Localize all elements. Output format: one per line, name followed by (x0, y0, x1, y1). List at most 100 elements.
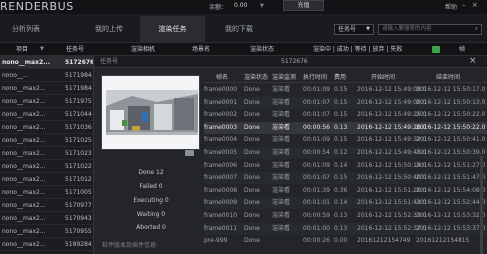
frame-row[interactable]: pre-999 Done 00:00:26 0.00 20161212154749 201… (204, 235, 487, 247)
task-row[interactable]: nono__max2... 5172676 (0, 56, 95, 69)
frame-duration: 00:01:01 (303, 199, 330, 207)
frame-monitor-link[interactable]: 渲染看 (272, 134, 290, 146)
frame-status: Done (244, 86, 260, 93)
frame-status: Done (244, 237, 260, 245)
tab-my-uploads[interactable]: 我的上传 (82, 16, 136, 43)
frame-cost: 0.14 (334, 161, 348, 169)
task-row[interactable]: nono__max2... 5189284 (0, 238, 93, 251)
help-link[interactable]: 帮助 (445, 2, 457, 11)
frame-monitor-link[interactable]: 渲染看 (272, 185, 290, 197)
frame-col-end[interactable]: 结束时间 (436, 72, 460, 83)
frame-row[interactable]: frame0007 Done 渲染看 00:01:07 0.15 2016-12-12 1… (204, 172, 487, 185)
tab-analysis-list[interactable]: 分析列表 (0, 16, 52, 43)
frame-name: frame0003 (204, 123, 238, 131)
frame-duration: 00:01:39 (303, 186, 330, 194)
frame-table: 帧名 渲染状态 渲染监测 执行时间 费用 开始时间 结束时间 frame0000… (204, 72, 487, 254)
col-progress-counts[interactable]: 渲染中 | 成功 | 等待 | 放弃 | 失败 (313, 43, 402, 56)
frame-monitor-link[interactable]: 渲染看 (272, 122, 290, 134)
frame-monitor-link[interactable]: 渲染看 (272, 197, 290, 209)
frame-duration: 00:00:56 (303, 123, 330, 131)
task-row-id: 5170955 (65, 228, 92, 235)
task-row-id: 5170977 (65, 202, 92, 209)
col-render-camera[interactable]: 渲染相机 (131, 43, 155, 56)
task-row-id: 5171022 (65, 163, 92, 170)
col-project[interactable]: 项目 (16, 43, 28, 56)
frame-row[interactable]: frame0009 Done 渲染看 00:01:01 0.14 2016-12-12 1… (204, 197, 487, 210)
task-row[interactable]: nono__max2... 5171025 (0, 134, 93, 147)
frame-monitor-link[interactable]: 渲染看 (272, 147, 290, 159)
task-row-project: nono__max2... (2, 124, 46, 131)
frame-monitor-link[interactable]: 渲染看 (272, 84, 290, 96)
frame-row[interactable]: frame0001 Done 渲染看 00:01:07 0.15 2016-12-12 1… (204, 96, 487, 109)
frame-duration: 00:01:09 (303, 136, 330, 144)
col-frames[interactable]: 帧 (459, 43, 465, 56)
task-row[interactable]: nono__max2... 5171044 (0, 108, 93, 121)
frame-name: frame0004 (204, 136, 238, 144)
frame-name: pre-999 (204, 237, 228, 245)
task-row[interactable]: nono__max2... 5171022 (0, 160, 93, 173)
render-preview-image[interactable] (101, 75, 200, 150)
frame-cost: 0.13 (334, 123, 348, 131)
task-row[interactable]: nono__max2... 5171975 (0, 95, 93, 108)
frame-row[interactable]: frame0005 Done 渲染看 00:00:54 0.12 2016-12-12 1… (204, 147, 487, 159)
frame-cost: 0.15 (334, 98, 348, 106)
task-row[interactable]: nono__max2... 5170943 (0, 212, 93, 225)
stat-done: Done 12 (138, 169, 164, 176)
task-row-id: 5172676 (65, 59, 95, 66)
frame-monitor-link[interactable]: 渲染看 (272, 160, 290, 172)
frame-monitor-link[interactable]: 渲染看 (272, 210, 290, 222)
task-row[interactable]: nono__max2... 5171023 (0, 147, 93, 160)
sort-icon[interactable]: ▼ (40, 43, 44, 56)
folder-icon[interactable] (185, 150, 194, 156)
task-row[interactable]: nono__max2... 5171036 (0, 121, 93, 134)
frame-col-duration[interactable]: 执行时间 (303, 72, 327, 83)
frame-col-monitor[interactable]: 渲染监测 (272, 72, 296, 83)
detail-header: 任务号 5172676 × (94, 56, 487, 68)
task-row-id: 5171025 (65, 137, 92, 144)
col-scene-name[interactable]: 场景名 (192, 43, 210, 56)
task-row-project: nono__max2... (2, 59, 50, 66)
task-row[interactable]: nono__max2... 5171984 (0, 82, 93, 95)
task-row[interactable]: nono__max2... 5171012 (0, 173, 93, 186)
search-icon[interactable]: ⌕ (475, 25, 478, 34)
frame-col-status[interactable]: 渲染状态 (244, 72, 268, 83)
frame-name: frame0002 (204, 111, 238, 119)
frame-col-cost[interactable]: 费用 (334, 72, 346, 83)
frame-row[interactable]: frame0008 Done 渲染看 00:01:39 0.36 2016-12-12 1… (204, 185, 487, 197)
search-field-select[interactable]: 任务号 ▼ (334, 24, 374, 35)
tab-render-tasks[interactable]: 渲染任务 (140, 16, 205, 43)
search-field-value: 任务号 (338, 26, 357, 33)
recharge-button[interactable]: 充值 (283, 0, 324, 11)
col-task-id[interactable]: 任务号 (66, 43, 84, 56)
frame-monitor-link[interactable]: 渲染看 (272, 172, 290, 184)
frame-row[interactable]: frame0004 Done 渲染看 00:01:09 0.15 2016-12-12 1… (204, 134, 487, 146)
frame-monitor-link[interactable]: 渲染看 (272, 97, 290, 109)
frame-monitor-link[interactable]: 渲染看 (272, 223, 290, 235)
frame-row[interactable]: frame0000 Done 渲染看 00:01:09 0.15 2016-12-12 1… (204, 84, 487, 96)
chevron-down-icon[interactable]: ▼ (260, 3, 264, 9)
frame-duration: 00:01:00 (303, 224, 330, 232)
frame-row[interactable]: frame0002 Done 渲染看 00:01:07 0.15 2016-12-12 1… (204, 109, 487, 121)
window-controls[interactable]: – × (462, 1, 480, 9)
task-table-header: 项目 ▼ 任务号 渲染相机 场景名 渲染状态 渲染中 | 成功 | 等待 | 放… (0, 43, 487, 56)
frame-end: 2016-12-12 15:50:13.0 (416, 98, 486, 106)
frame-status: Done (244, 212, 260, 219)
frame-col-name[interactable]: 帧名 (216, 72, 228, 83)
frame-row[interactable]: frame0003 Done 渲染看 00:00:56 0.13 2016-12-12 1… (204, 121, 487, 134)
scrollbar[interactable] (480, 156, 483, 254)
frame-col-start[interactable]: 开始时间 (371, 72, 395, 83)
frame-row[interactable]: frame0010 Done 渲染看 00:00:59 0.13 2016-12-12 1… (204, 210, 487, 222)
task-row[interactable]: nono__max2... 5171005 (0, 186, 93, 199)
close-icon[interactable]: × (469, 55, 477, 67)
frame-status: Done (244, 174, 260, 182)
frame-row[interactable]: frame0011 Done 渲染看 00:01:00 0.13 2016-12-12 1… (204, 222, 487, 235)
frame-row[interactable]: frame0006 Done 渲染看 00:01:09 0.14 2016-12-12 1… (204, 160, 487, 172)
frame-monitor-link[interactable]: 渲染看 (272, 109, 290, 121)
col-render-status[interactable]: 渲染状态 (250, 43, 274, 56)
task-row[interactable]: nono__max2... 5170977 (0, 199, 93, 212)
frame-duration: 00:01:07 (303, 98, 330, 106)
search-input[interactable]: 请输入要搜索的内容 ⌕ (378, 24, 482, 35)
task-row[interactable]: nono__max2... 5170955 (0, 225, 93, 238)
task-row[interactable]: nono__... 5171984 (0, 69, 93, 82)
tab-my-downloads[interactable]: 我的下载 (212, 16, 266, 43)
